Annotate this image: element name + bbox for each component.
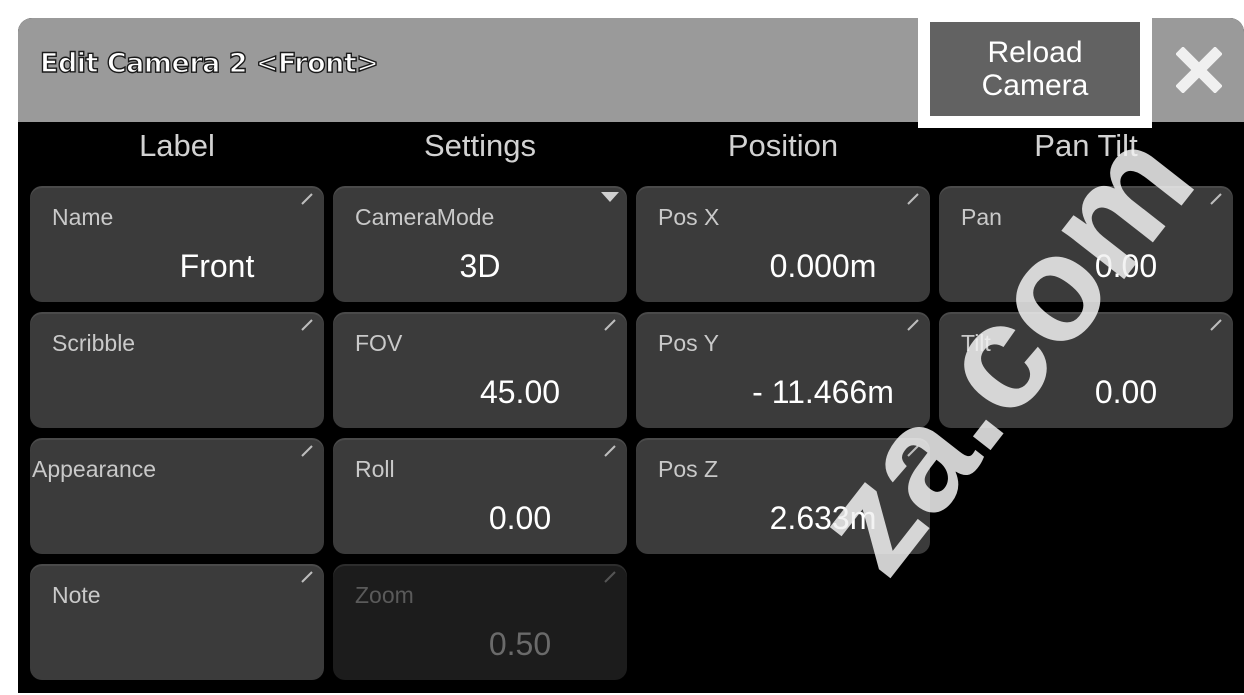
edit-corner-icon <box>301 445 313 457</box>
edit-corner-icon <box>907 319 919 331</box>
note-field[interactable]: Note <box>30 564 324 680</box>
dropdown-arrow-icon <box>601 192 619 202</box>
appearance-field-label: Appearance <box>32 456 157 482</box>
pos-x-label: Pos X <box>658 204 720 230</box>
close-button[interactable] <box>1168 40 1230 100</box>
edit-corner-icon <box>907 445 919 457</box>
scribble-field[interactable]: Scribble <box>30 312 324 428</box>
dialog-titlebar: Edit Camera 2 <Front> Reload Camera <box>18 18 1244 128</box>
appearance-field[interactable]: Appearance <box>30 438 324 554</box>
pos-y-value: - 11.466m <box>752 374 894 410</box>
edit-corner-icon <box>907 193 919 205</box>
column-header-position: Position <box>727 128 839 163</box>
edit-corner-icon <box>604 445 616 457</box>
reload-camera-button[interactable]: Reload Camera <box>930 22 1140 116</box>
column-header-settings: Settings <box>423 128 536 163</box>
zoom-field-label: Zoom <box>355 582 414 608</box>
edit-corner-icon <box>1210 193 1222 205</box>
name-field[interactable]: Name Front <box>30 186 324 302</box>
edit-camera-dialog: Edit Camera 2 <Front> Reload Camera Labe… <box>18 18 1244 693</box>
fov-field[interactable]: FOV 45.00 <box>333 312 627 428</box>
pan-field-label: Pan <box>961 204 1002 230</box>
pos-z-label: Pos Z <box>658 456 719 482</box>
pan-field[interactable]: Pan 0.00 <box>939 186 1233 302</box>
camera-mode-label: CameraMode <box>355 204 495 230</box>
pos-y-field[interactable]: Pos Y - 11.466m <box>636 312 930 428</box>
dialog-title: Edit Camera 2 <Front> <box>39 47 379 79</box>
reload-camera-label-line2: Camera <box>981 69 1089 102</box>
camera-mode-value: 3D <box>459 248 501 284</box>
edit-corner-icon <box>301 571 313 583</box>
edit-corner-icon <box>604 571 616 583</box>
fov-field-label: FOV <box>355 330 403 356</box>
reload-camera-highlight: Reload Camera <box>918 18 1152 128</box>
tilt-field-value: 0.00 <box>1094 374 1158 410</box>
tilt-field[interactable]: Tilt 0.00 <box>939 312 1233 428</box>
edit-corner-icon <box>604 319 616 331</box>
scribble-field-label: Scribble <box>52 330 136 356</box>
column-header-label: Label <box>139 128 215 163</box>
pos-x-field[interactable]: Pos X 0.000m <box>636 186 930 302</box>
pan-field-value: 0.00 <box>1094 248 1158 284</box>
column-header-pantilt: Pan Tilt <box>1034 128 1138 163</box>
zoom-field: Zoom 0.50 <box>333 564 627 680</box>
edit-corner-icon <box>1210 319 1222 331</box>
pos-z-field[interactable]: Pos Z 2.633m <box>636 438 930 554</box>
tilt-field-label: Tilt <box>961 330 991 356</box>
pos-z-value: 2.633m <box>769 500 877 536</box>
name-field-value: Front <box>179 248 255 284</box>
reload-camera-label-line1: Reload <box>987 36 1083 69</box>
name-field-label: Name <box>52 204 114 230</box>
pos-y-label: Pos Y <box>658 330 719 356</box>
edit-corner-icon <box>301 319 313 331</box>
note-field-label: Note <box>52 582 101 608</box>
edit-corner-icon <box>301 193 313 205</box>
camera-mode-select[interactable]: CameraMode 3D <box>333 186 627 302</box>
roll-field-value: 0.00 <box>488 500 552 536</box>
pos-x-value: 0.000m <box>769 248 877 284</box>
zoom-field-value: 0.50 <box>488 626 552 662</box>
close-x-icon <box>1176 47 1222 93</box>
roll-field[interactable]: Roll 0.00 <box>333 438 627 554</box>
fov-field-value: 45.00 <box>479 374 561 410</box>
roll-field-label: Roll <box>355 456 395 482</box>
